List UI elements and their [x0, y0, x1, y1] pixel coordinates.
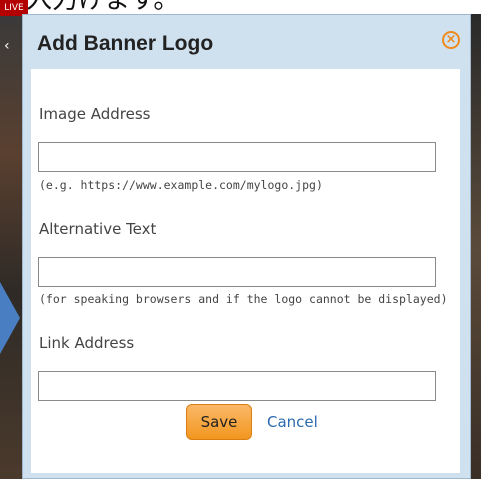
- link-address-label: Link Address: [39, 334, 135, 352]
- background-logo-icon: ‹: [4, 38, 10, 54]
- cancel-link[interactable]: Cancel: [267, 411, 318, 433]
- dialog-body: Image Address (e.g. https://www.example.…: [31, 69, 460, 473]
- pointer-arrow-icon: [0, 282, 20, 354]
- page-caption: を入力けます。: [0, 0, 300, 14]
- save-button[interactable]: Save: [186, 404, 252, 440]
- background-right-image: [471, 14, 481, 479]
- add-banner-logo-dialog: Add Banner Logo × Image Address (e.g. ht…: [22, 14, 471, 479]
- image-address-hint: (e.g. https://www.example.com/mylogo.jpg…: [39, 178, 323, 192]
- image-address-input[interactable]: [38, 142, 436, 172]
- close-icon[interactable]: ×: [442, 31, 460, 49]
- alternative-text-label: Alternative Text: [39, 220, 157, 238]
- alternative-text-hint: (for speaking browsers and if the logo c…: [39, 292, 448, 306]
- dialog-header: Add Banner Logo ×: [23, 15, 470, 67]
- image-address-label: Image Address: [39, 105, 151, 123]
- alternative-text-input[interactable]: [38, 257, 436, 287]
- link-address-input[interactable]: [38, 371, 436, 401]
- dialog-title: Add Banner Logo: [37, 32, 214, 55]
- background-left-image: [0, 14, 22, 479]
